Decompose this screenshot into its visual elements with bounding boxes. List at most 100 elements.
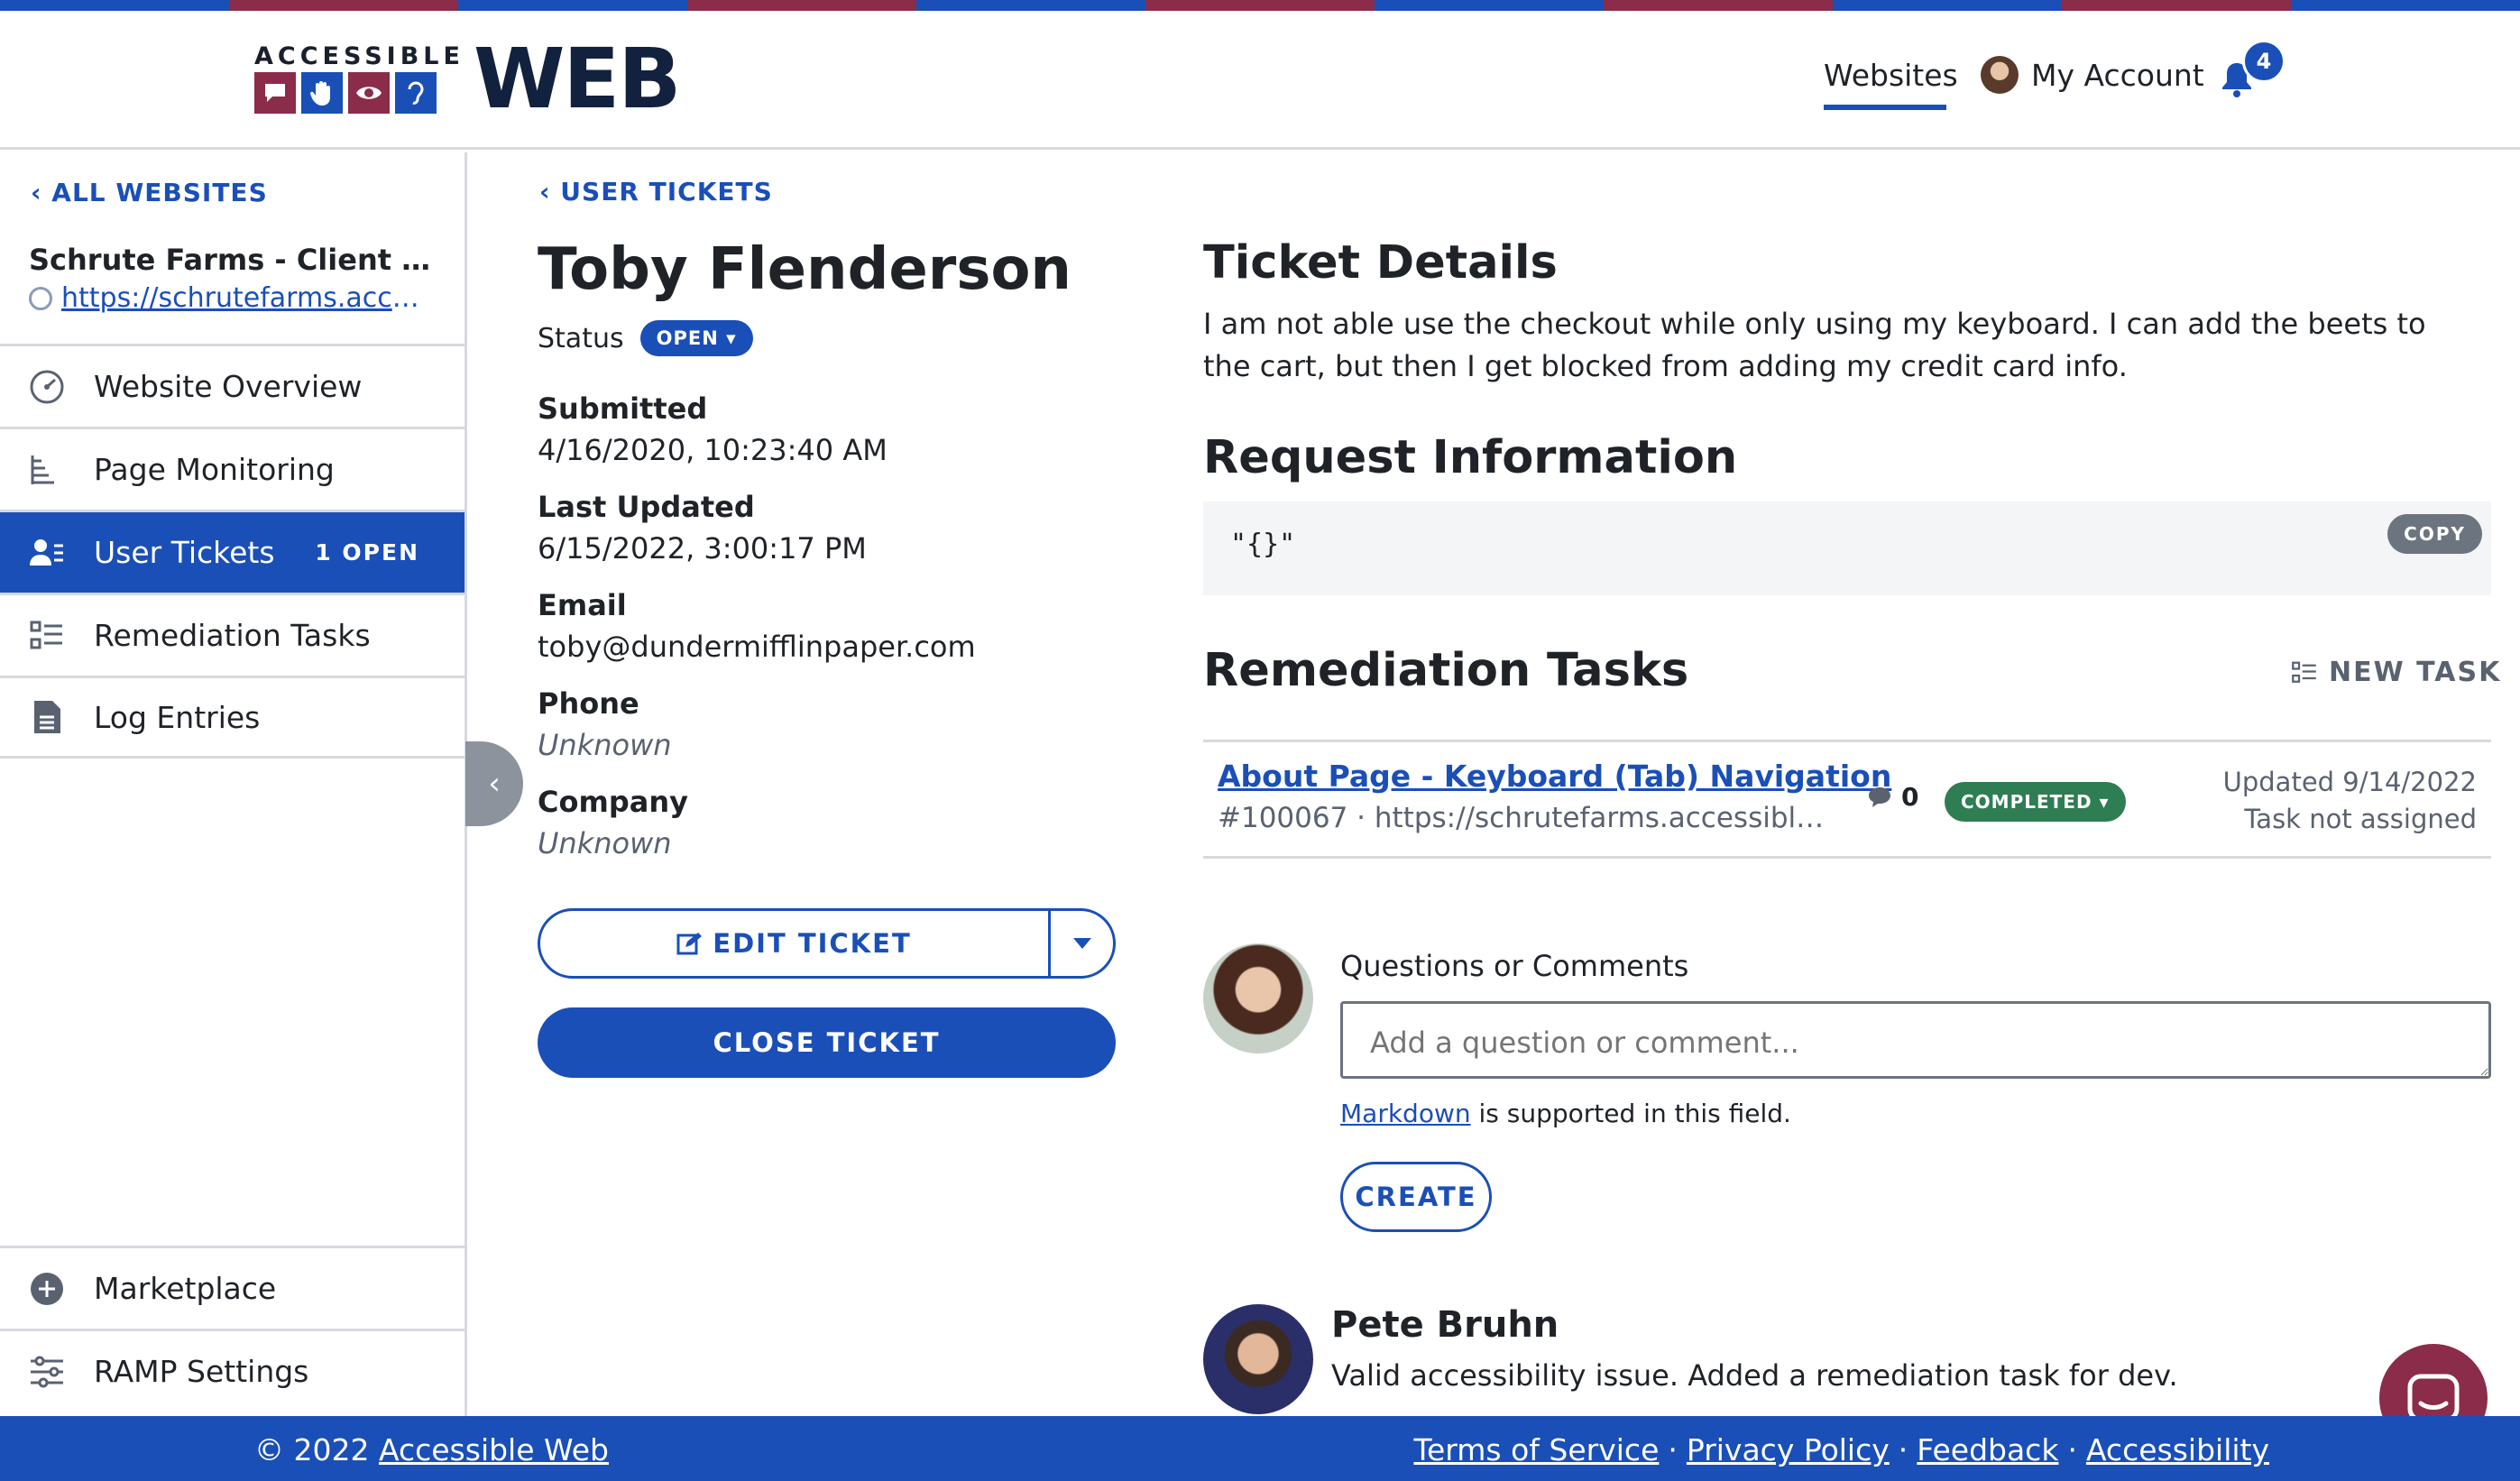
- task-title-link[interactable]: About Page - Keyboard (Tab) Navigation: [1218, 759, 1891, 794]
- sidebar-item-ramp-settings[interactable]: RAMP Settings: [0, 1329, 464, 1412]
- sidebar-item-marketplace[interactable]: Marketplace: [0, 1246, 464, 1329]
- speech-bubble-icon: [254, 72, 296, 114]
- task-meta: Updated 9/14/2022 Task not assigned: [2223, 764, 2477, 838]
- table-row: About Page - Keyboard (Tab) Navigation #…: [1203, 740, 2491, 859]
- close-ticket-button[interactable]: CLOSE TICKET: [538, 1007, 1116, 1078]
- nav-account-label: My Account: [2031, 57, 2204, 93]
- footer-copyright: © 2022 Accessible Web: [254, 1432, 609, 1467]
- avatar: [1203, 943, 1313, 1053]
- email-value: toby@dundermifflinpaper.com: [538, 630, 976, 664]
- user-tickets-back-link[interactable]: ‹ USER TICKETS: [539, 177, 773, 207]
- gauge-icon: [27, 367, 67, 407]
- comment-count-value: 0: [1901, 782, 1919, 812]
- footer-separator: ·: [1898, 1432, 1908, 1467]
- caret-down-icon: ▾: [2099, 791, 2110, 813]
- user-tickets-back-label: USER TICKETS: [560, 177, 773, 207]
- footer-separator: ·: [2067, 1432, 2077, 1467]
- new-task-label: NEW TASK: [2329, 657, 2502, 688]
- new-task-button[interactable]: NEW TASK: [2291, 657, 2501, 688]
- comment-text: Valid accessibility issue. Added a remed…: [1331, 1358, 2178, 1393]
- edit-ticket-split-button: EDIT TICKET: [538, 908, 1116, 979]
- document-icon: [27, 697, 67, 737]
- edit-ticket-dropdown-toggle[interactable]: [1048, 911, 1113, 976]
- logo-icon-strip: [254, 72, 464, 114]
- status-dropdown[interactable]: OPEN ▾: [639, 320, 753, 356]
- updated-label: Last Updated: [538, 490, 755, 524]
- status-value: OPEN: [656, 327, 719, 349]
- globe-icon: [29, 286, 52, 310]
- footer-separator: ·: [1668, 1432, 1678, 1467]
- sidebar-item-label: User Tickets: [94, 535, 275, 570]
- task-comment-count: 0: [1867, 782, 1918, 812]
- accessible-web-logo[interactable]: ACCESSIBLE WEB: [254, 31, 681, 127]
- site-url-link[interactable]: https://schrutefarms.accessi...: [61, 282, 435, 314]
- plus-circle-icon: [27, 1269, 67, 1309]
- task-status-dropdown[interactable]: COMPLETED ▾: [1945, 782, 2126, 822]
- footer-link-privacy[interactable]: Privacy Policy: [1687, 1432, 1890, 1467]
- sliders-icon: [27, 1352, 67, 1392]
- phone-value: Unknown: [538, 728, 672, 762]
- status-row: Status OPEN ▾: [538, 320, 753, 356]
- all-websites-link[interactable]: ‹ ALL WEBSITES: [31, 178, 268, 207]
- collapse-sidebar-button[interactable]: ‹: [465, 741, 523, 826]
- footer-link-accessibility[interactable]: Accessibility: [2086, 1432, 2269, 1467]
- sidebar-item-page-monitoring[interactable]: Page Monitoring: [0, 427, 464, 510]
- nav-websites[interactable]: Websites: [1824, 58, 1958, 93]
- email-label: Email: [538, 588, 627, 622]
- site-url-row: https://schrutefarms.accessi...: [29, 282, 435, 314]
- sidebar-item-user-tickets[interactable]: User Tickets 1 OPEN: [0, 510, 464, 593]
- checklist-icon: [2292, 661, 2316, 683]
- comment-author: Pete Bruhn: [1331, 1304, 1559, 1346]
- footer-link-terms[interactable]: Terms of Service: [1413, 1432, 1659, 1467]
- company-label: Company: [538, 785, 688, 819]
- sidebar-item-remediation-tasks[interactable]: Remediation Tasks: [0, 593, 464, 676]
- hand-icon: [301, 72, 343, 114]
- sidebar-item-log-entries[interactable]: Log Entries: [0, 676, 464, 759]
- markdown-note: Markdown is supported in this field.: [1340, 1099, 1791, 1128]
- copyright-text: © 2022: [254, 1432, 379, 1467]
- edit-icon: [676, 933, 703, 955]
- page-title: Toby Flenderson: [538, 236, 1071, 303]
- sidebar-item-label: Marketplace: [94, 1271, 277, 1306]
- ticket-details-heading: Ticket Details: [1203, 236, 1558, 290]
- sidebar-item-label: Remediation Tasks: [94, 618, 371, 653]
- task-subtitle: #100067 · https://schrutefarms.accessibl…: [1218, 802, 1831, 834]
- sidebar-item-label: Page Monitoring: [94, 452, 335, 487]
- footer-company-link[interactable]: Accessible Web: [379, 1432, 609, 1467]
- site-name: Schrute Farms - Client De...: [29, 243, 435, 277]
- active-nav-indicator: [1824, 105, 1946, 110]
- status-label: Status: [538, 322, 624, 354]
- logo-web-text: WEB: [473, 31, 681, 127]
- markdown-link[interactable]: Markdown: [1340, 1099, 1471, 1128]
- task-assignee: Task not assigned: [2244, 804, 2477, 834]
- brand-stripe: [0, 0, 2520, 11]
- nav-my-account[interactable]: My Account: [1981, 56, 2204, 94]
- sidebar-item-label: Log Entries: [94, 699, 261, 735]
- request-information-codebox: "{}" COPY: [1203, 501, 2491, 595]
- ear-icon: [395, 72, 437, 114]
- comment-field-label: Questions or Comments: [1340, 949, 1689, 983]
- sidebar-item-label: Website Overview: [94, 369, 363, 404]
- copy-button[interactable]: COPY: [2387, 514, 2482, 554]
- ticket-details-text: I am not able use the checkout while onl…: [1203, 307, 2426, 383]
- caret-down-icon: [1072, 938, 1091, 949]
- request-information-heading: Request Information: [1203, 431, 1738, 484]
- user-list-icon: [27, 533, 67, 573]
- chevron-left-icon: ‹: [31, 178, 52, 207]
- edit-ticket-button[interactable]: EDIT TICKET: [540, 911, 1048, 976]
- sidebar-item-website-overview[interactable]: Website Overview: [0, 344, 464, 427]
- task-status-value: COMPLETED: [1961, 791, 2092, 813]
- all-websites-label: ALL WEBSITES: [51, 178, 268, 207]
- submitted-label: Submitted: [538, 391, 708, 426]
- eye-icon: [348, 72, 390, 114]
- create-comment-button[interactable]: CREATE: [1340, 1162, 1492, 1232]
- avatar: [1981, 56, 2019, 94]
- comment-icon: [1869, 786, 1890, 807]
- markdown-note-text: is supported in this field.: [1470, 1099, 1791, 1128]
- request-information-code: "{}": [1230, 529, 1296, 560]
- comment-input[interactable]: [1340, 1001, 2491, 1079]
- updated-value: 6/15/2022, 3:00:17 PM: [538, 531, 867, 566]
- footer-link-feedback[interactable]: Feedback: [1917, 1432, 2058, 1467]
- footer: © 2022 Accessible Web Terms of Service ·…: [0, 1416, 2520, 1481]
- footer-links: Terms of Service · Privacy Policy · Feed…: [1413, 1432, 2269, 1467]
